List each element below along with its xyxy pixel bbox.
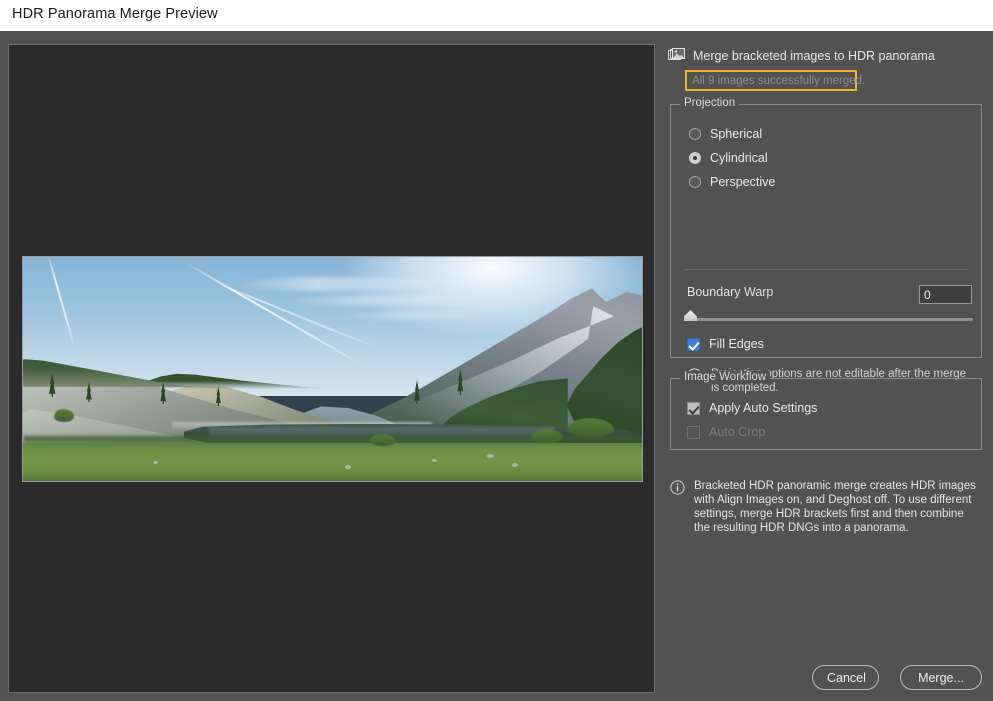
merge-status-text: All 9 images successfully merged.: [692, 75, 865, 87]
projection-group-title: Projection: [680, 97, 739, 109]
stacked-images-icon: [668, 48, 685, 63]
radio-perspective-indicator[interactable]: [689, 176, 701, 188]
shrub: [370, 434, 396, 446]
merge-header: Merge bracketed images to HDR panorama: [668, 48, 935, 63]
radio-spherical[interactable]: Spherical: [689, 127, 762, 141]
shrub: [568, 418, 614, 438]
merge-header-label: Merge bracketed images to HDR panorama: [693, 49, 935, 63]
image-workflow-group: Image Workflow Apply Auto Settings Auto …: [670, 378, 982, 450]
info-icon: [670, 479, 685, 500]
radio-spherical-indicator[interactable]: [689, 128, 701, 140]
boundary-warp-input[interactable]: [919, 285, 972, 304]
radio-perspective[interactable]: Perspective: [689, 175, 775, 189]
window-title: HDR Panorama Merge Preview: [12, 6, 218, 22]
checkbox-apply-auto-settings-box[interactable]: [687, 402, 700, 415]
boundary-warp-slider-track[interactable]: [685, 318, 973, 321]
projection-divider: [685, 269, 969, 270]
panorama-image: [23, 257, 642, 481]
cloud-wisp: [333, 311, 494, 320]
meadow-rock: [153, 461, 158, 464]
merge-button[interactable]: Merge...: [900, 665, 982, 690]
radio-cylindrical[interactable]: Cylindrical: [689, 151, 768, 165]
cancel-button[interactable]: Cancel: [812, 665, 879, 690]
checkbox-auto-crop-label: Auto Crop: [709, 425, 765, 439]
checkbox-apply-auto-settings-label: Apply Auto Settings: [709, 401, 817, 415]
shrub: [531, 429, 563, 443]
panorama-image-frame[interactable]: [22, 256, 643, 482]
meadow-rock: [432, 459, 437, 462]
checkbox-apply-auto-settings[interactable]: Apply Auto Settings: [687, 401, 817, 415]
footer-note: Bracketed HDR panoramic merge creates HD…: [670, 479, 984, 535]
checkbox-fill-edges-label: Fill Edges: [709, 337, 764, 351]
hdr-panorama-merge-preview-window: HDR Panorama Merge Preview: [0, 0, 993, 701]
foreground-meadow: [23, 443, 642, 481]
checkbox-auto-crop: Auto Crop: [687, 425, 765, 439]
footer-note-text: Bracketed HDR panoramic merge creates HD…: [694, 479, 980, 535]
title-bar: HDR Panorama Merge Preview: [0, 0, 993, 31]
boundary-warp-label: Boundary Warp: [687, 285, 773, 299]
projection-group: Projection Spherical Cylindrical Perspec…: [670, 104, 982, 358]
shrub: [54, 409, 74, 422]
checkbox-fill-edges[interactable]: Fill Edges: [687, 337, 764, 351]
boundary-warp-slider-thumb[interactable]: [684, 310, 697, 321]
radio-cylindrical-label: Cylindrical: [710, 151, 768, 165]
merge-options-panel: Merge bracketed images to HDR panorama A…: [662, 42, 986, 693]
panorama-preview-panel[interactable]: [8, 44, 655, 693]
radio-cylindrical-indicator[interactable]: [689, 152, 701, 164]
radio-spherical-label: Spherical: [710, 127, 762, 141]
cloud-wisp: [233, 277, 443, 290]
radio-perspective-label: Perspective: [710, 175, 775, 189]
image-workflow-group-title: Image Workflow: [680, 371, 770, 383]
checkbox-fill-edges-box[interactable]: [687, 338, 700, 351]
checkbox-auto-crop-box: [687, 426, 700, 439]
merge-status-badge: All 9 images successfully merged.: [685, 70, 857, 91]
